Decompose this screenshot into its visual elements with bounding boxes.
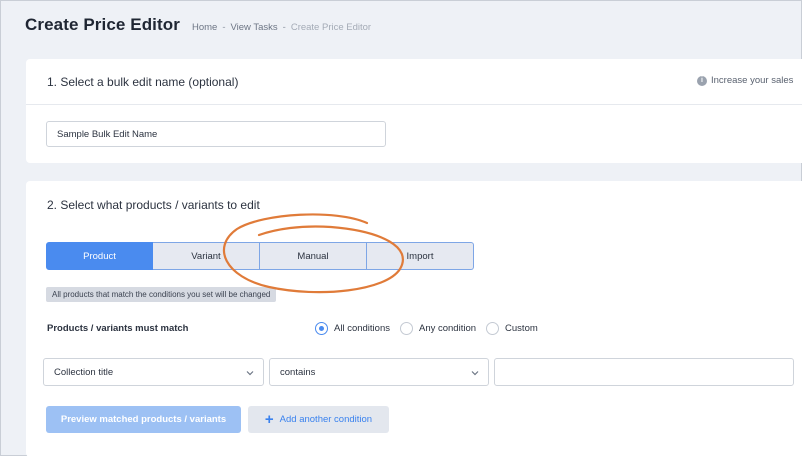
info-badge: All products that match the conditions y…: [46, 287, 277, 302]
add-condition-label: Add another condition: [279, 414, 373, 425]
bulk-edit-name-input[interactable]: [46, 121, 386, 147]
radio-all-conditions[interactable]: All conditions: [315, 322, 390, 335]
breadcrumb-separator: -: [222, 22, 226, 33]
condition-value-input[interactable]: [494, 358, 794, 386]
condition-field-select[interactable]: Collection title: [43, 358, 264, 386]
select-value: Collection title: [54, 366, 114, 378]
chevron-down-icon: [246, 371, 254, 376]
info-icon: i: [697, 75, 707, 86]
bulk-edit-name-card: 1. Select a bulk edit name (optional) i …: [26, 59, 802, 163]
page-header: Create Price Editor Home - View Tasks - …: [25, 15, 371, 35]
radio-label: Custom: [505, 323, 538, 334]
plus-icon: +: [264, 411, 274, 428]
radio-button[interactable]: [486, 322, 500, 335]
chevron-down-icon: [471, 371, 479, 376]
card-header: 1. Select a bulk edit name (optional) i …: [26, 59, 802, 105]
page-title: Create Price Editor: [25, 15, 180, 34]
card-header: 2. Select what products / variants to ed…: [26, 181, 802, 227]
tab-product[interactable]: Product: [46, 242, 153, 270]
breadcrumb-home[interactable]: Home: [192, 22, 217, 33]
sales-hint-text: Increase your sales: [711, 75, 794, 86]
tab-variant[interactable]: Variant: [153, 242, 260, 270]
match-label: Products / variants must match: [47, 323, 189, 334]
radio-any-condition[interactable]: Any condition: [399, 322, 477, 335]
radio-label: All conditions: [334, 323, 390, 334]
tab-import[interactable]: Import: [367, 242, 474, 270]
breadcrumb-separator: -: [282, 22, 286, 33]
radio-button-checked[interactable]: [315, 322, 328, 335]
section-title: 1. Select a bulk edit name (optional): [47, 75, 239, 89]
tab-manual[interactable]: Manual: [260, 242, 367, 270]
breadcrumb-current: Create Price Editor: [290, 22, 372, 33]
sales-hint[interactable]: i Increase your sales: [697, 75, 793, 86]
radio-custom[interactable]: Custom: [486, 322, 538, 335]
section-title: 2. Select what products / variants to ed…: [47, 198, 260, 212]
select-products-card: 2. Select what products / variants to ed…: [26, 181, 802, 456]
selection-mode-tabs: Product Variant Manual Import: [46, 242, 474, 270]
breadcrumb-view-tasks[interactable]: View Tasks: [230, 22, 277, 33]
preview-matched-button[interactable]: Preview matched products / variants: [46, 406, 241, 433]
radio-label: Any condition: [418, 323, 477, 334]
breadcrumb: Home - View Tasks - Create Price Editor: [192, 22, 371, 33]
select-value: contains: [280, 366, 316, 378]
match-radio-group: All conditions Any condition Custom: [315, 322, 538, 335]
condition-operator-select[interactable]: contains: [269, 358, 489, 386]
radio-button[interactable]: [399, 322, 413, 335]
add-condition-button[interactable]: + Add another condition: [248, 406, 389, 433]
